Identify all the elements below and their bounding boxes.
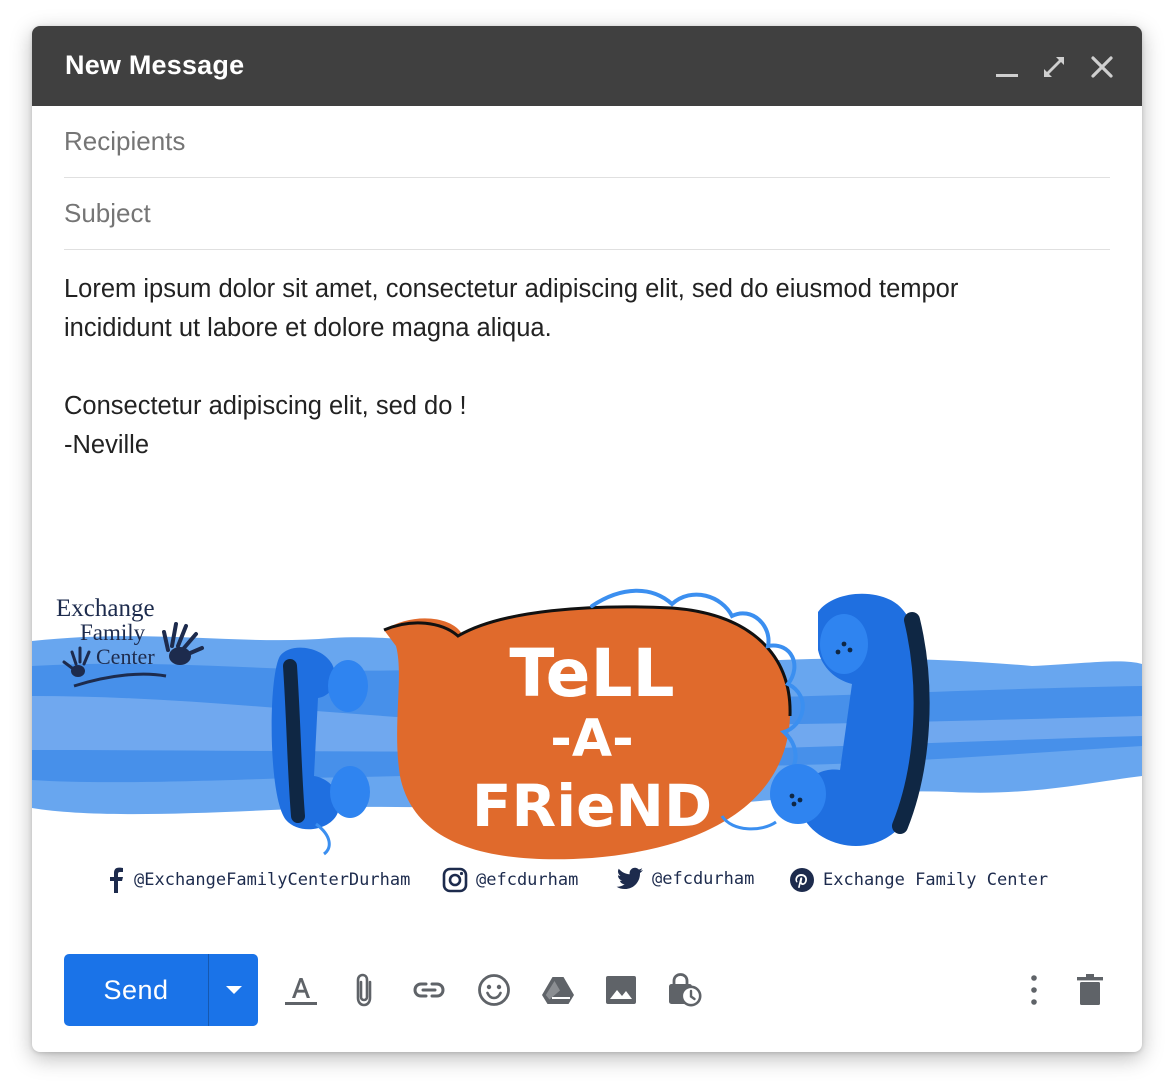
trash-icon[interactable]	[1072, 972, 1108, 1008]
compose-toolbar: Send	[32, 954, 1142, 1026]
send-options-dropdown[interactable]	[209, 954, 258, 1026]
send-button[interactable]: Send	[64, 954, 258, 1026]
close-icon[interactable]	[1089, 54, 1115, 80]
message-body[interactable]: Lorem ipsum dolor sit amet, consectetur …	[64, 270, 1104, 465]
logo-line-2: Family	[80, 620, 146, 645]
link-icon[interactable]	[411, 972, 447, 1008]
social-handle: Exchange Family Center	[823, 870, 1049, 890]
banner-line-1: TeLL	[509, 635, 674, 712]
speech-bubble: TeLL -A- FRieND	[383, 605, 792, 860]
banner-line-2: -A-	[550, 709, 633, 769]
recipients-placeholder: Recipients	[64, 126, 186, 156]
subject-field[interactable]: Subject	[64, 178, 1110, 250]
compose-titlebar[interactable]: New Message	[32, 26, 1142, 106]
body-line: Lorem ipsum dolor sit amet, consectetur …	[64, 275, 959, 303]
image-icon[interactable]	[603, 972, 639, 1008]
drive-icon[interactable]	[540, 972, 576, 1008]
instagram-icon	[442, 867, 468, 893]
compose-window: New Message Recipients Subject Lorem ips…	[32, 26, 1142, 1052]
logo-line-3: Center	[96, 644, 155, 669]
social-handle: @efcdurham	[476, 870, 579, 890]
recipients-field[interactable]: Recipients	[64, 106, 1110, 178]
schedule-lock-icon[interactable]	[666, 972, 702, 1008]
body-line: Consectetur adipiscing elit, sed do !	[64, 392, 467, 420]
expand-icon[interactable]	[1041, 54, 1067, 80]
pinterest-icon	[790, 868, 814, 892]
minimize-icon[interactable]	[994, 54, 1020, 80]
subject-placeholder: Subject	[64, 198, 151, 228]
attach-icon[interactable]	[348, 972, 384, 1008]
social-instagram[interactable]: @efcdurham	[442, 867, 578, 893]
social-twitter[interactable]: @efcdurham	[616, 867, 754, 891]
banner-line-3: FRieND	[472, 772, 712, 840]
twitter-icon	[616, 867, 643, 889]
body-signoff: -Neville	[64, 431, 150, 459]
facebook-icon	[110, 867, 123, 893]
compose-title: New Message	[65, 50, 245, 80]
social-facebook[interactable]: @ExchangeFamilyCenterDurham	[106, 867, 410, 893]
social-links: @ExchangeFamilyCenterDurham @efcdurham @…	[32, 861, 1142, 901]
more-options-icon[interactable]	[1016, 972, 1052, 1008]
logo-line-1: Exchange	[56, 595, 155, 622]
tell-a-friend-banner: Exchange Family Center TeLL -A- FRieND	[32, 588, 1142, 860]
emoji-icon[interactable]	[476, 972, 512, 1008]
send-label: Send	[103, 975, 169, 1005]
social-handle: @efcdurham	[652, 869, 755, 889]
format-text-icon[interactable]	[283, 972, 319, 1008]
social-handle: @ExchangeFamilyCenterDurham	[134, 870, 411, 890]
body-line: incididunt ut labore et dolore magna ali…	[64, 314, 552, 342]
social-pinterest[interactable]: Exchange Family Center	[789, 867, 1048, 893]
